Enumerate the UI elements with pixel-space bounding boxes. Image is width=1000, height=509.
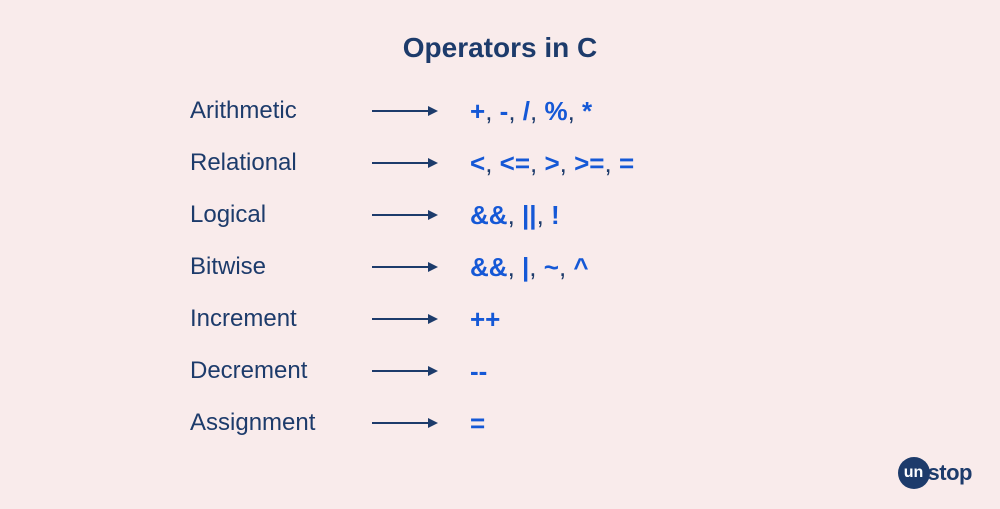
operator-symbols: <, <=, >, >=, = [450,148,634,179]
operator-row: Assignment = [190,406,1000,440]
operator-symbols: = [450,408,485,439]
operator-symbols: ++ [450,304,500,335]
diagram-title: Operators in C [0,0,1000,94]
operator-row: Decrement -- [190,354,1000,388]
category-label: Logical [190,201,360,229]
operator-row: Bitwise &&, |, ~, ^ [190,250,1000,284]
operator-row: Logical &&, ||, ! [190,198,1000,232]
operator-row: Relational <, <=, >, >=, = [190,146,1000,180]
arrow-icon [360,260,450,274]
arrow-icon [360,104,450,118]
operator-row: Increment ++ [190,302,1000,336]
category-label: Bitwise [190,253,360,281]
operator-symbols: +, -, /, %, * [450,96,592,127]
operator-symbols: &&, |, ~, ^ [450,252,589,283]
unstop-logo: un stop [898,457,972,489]
category-label: Decrement [190,357,360,385]
arrow-icon [360,364,450,378]
arrow-icon [360,156,450,170]
operator-symbols: -- [450,356,487,387]
category-label: Assignment [190,409,360,437]
category-label: Increment [190,305,360,333]
operator-symbols: &&, ||, ! [450,200,560,231]
category-label: Relational [190,149,360,177]
operators-list: Arithmetic +, -, /, %, * Relational <, <… [0,94,1000,440]
operator-row: Arithmetic +, -, /, %, * [190,94,1000,128]
arrow-icon [360,312,450,326]
arrow-icon [360,208,450,222]
category-label: Arithmetic [190,97,360,125]
logo-circle: un [898,457,930,489]
logo-text: stop [928,460,972,486]
arrow-icon [360,416,450,430]
